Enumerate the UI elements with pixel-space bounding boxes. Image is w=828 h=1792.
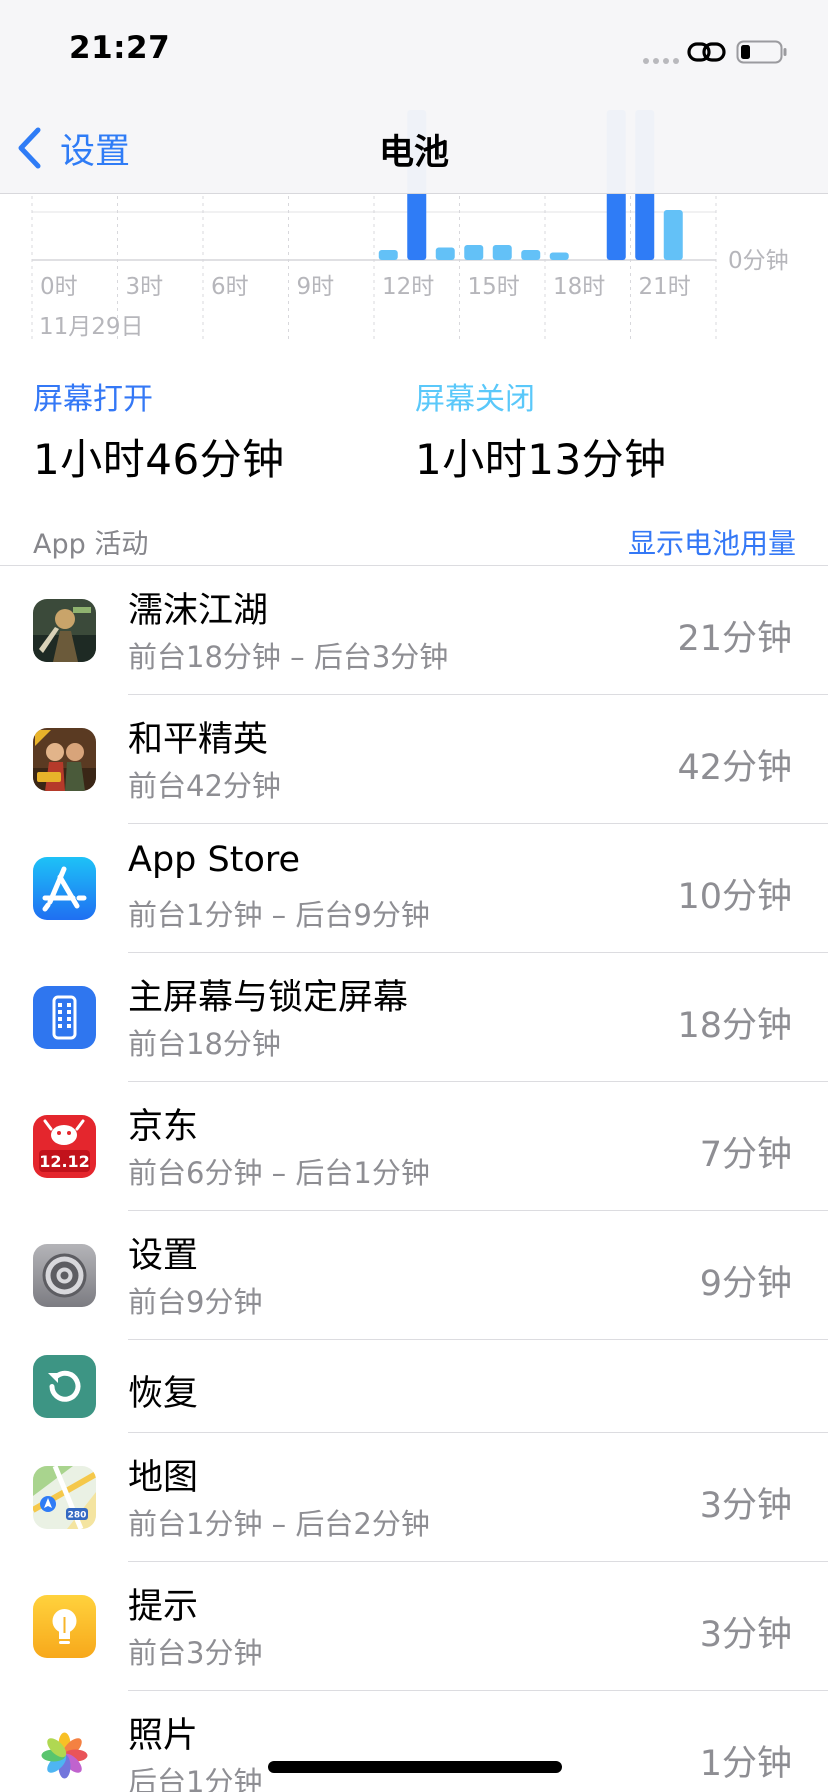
screen-off-stat: 屏幕关闭 1小时13分钟 [415, 374, 667, 487]
status-time: 21:27 [69, 30, 171, 66]
app-detail: 后台1分钟 [128, 1765, 263, 1792]
app-time: 3分钟 [699, 1615, 792, 1655]
app-detail: 前台18分钟 [128, 1027, 281, 1061]
app-name: 提示 [128, 1587, 199, 1627]
app-time: 42分钟 [677, 748, 792, 788]
navigation-bar: 21:27 设置 电池 [0, 0, 828, 194]
app-name: 照片 [128, 1716, 199, 1756]
chart-tick-label: 6时 [211, 274, 249, 300]
section-title: App 活动 [33, 529, 149, 560]
app-time: 9分钟 [699, 1264, 792, 1304]
app-detail: 前台1分钟 – 后台9分钟 [128, 898, 430, 932]
chart-bar [464, 245, 484, 260]
app-detail: 前台42分钟 [128, 769, 281, 803]
app-detail: 前台9分钟 [128, 1285, 263, 1319]
chart-tick-label: 18时 [553, 274, 605, 300]
app-time: 18分钟 [677, 1006, 792, 1046]
list-item[interactable]: 恢复 [0, 1340, 828, 1433]
home-indicator [268, 1761, 562, 1773]
list-item[interactable]: 和平精英 前台42分钟 42分钟 [0, 695, 828, 824]
app-time: 10分钟 [677, 877, 792, 917]
list-item[interactable]: 12.12 京东 前台6分钟 – 后台1分钟 7分钟 [0, 1082, 828, 1211]
chart-baseline-label: 0分钟 [728, 248, 789, 274]
app-name: 和平精英 [128, 720, 269, 760]
app-name: App Store [128, 840, 301, 880]
chart-tick-label: 21时 [639, 274, 691, 300]
screen-on-stat: 屏幕打开 1小时46分钟 [33, 374, 285, 487]
screen-on-label: 屏幕打开 [33, 382, 153, 417]
list-item[interactable]: 濡沫江湖 前台18分钟 – 后台3分钟 21分钟 [0, 566, 828, 695]
app-name: 京东 [128, 1107, 199, 1147]
show-battery-usage-button[interactable]: 显示电池用量 [628, 522, 796, 562]
list-item[interactable]: 照片 后台1分钟 1分钟 [0, 1691, 828, 1792]
app-time: 7分钟 [699, 1135, 792, 1175]
app-time: 3分钟 [699, 1486, 792, 1526]
maps-icon-label: 280 [68, 1511, 87, 1521]
app-name: 地图 [128, 1458, 199, 1498]
game-wuxia-icon [33, 599, 96, 662]
chart-tick-label: 12时 [382, 274, 434, 300]
battery-icon [736, 40, 787, 64]
app-detail: 前台1分钟 – 后台2分钟 [128, 1507, 430, 1541]
app-detail: 前台18分钟 – 后台3分钟 [128, 640, 449, 674]
settings-gear-icon [33, 1244, 96, 1307]
screen-on-value: 1小时46分钟 [33, 435, 285, 484]
app-detail: 前台6分钟 – 后台1分钟 [128, 1156, 430, 1190]
chart-tick-label: 3时 [126, 274, 164, 300]
screen-off-label: 屏幕关闭 [415, 382, 535, 417]
app-name: 恢复 [128, 1374, 199, 1414]
maps-icon: 280 [33, 1466, 96, 1529]
chart-bar [492, 245, 512, 260]
hotspot-link-icon [687, 42, 726, 62]
chart-bar [521, 250, 541, 260]
app-name: 主屏幕与锁定屏幕 [128, 978, 409, 1018]
signal-strength-icon [643, 58, 679, 64]
chart-tick-label: 15时 [468, 274, 520, 300]
list-item[interactable]: 提示 前台3分钟 3分钟 [0, 1562, 828, 1691]
tips-icon [33, 1595, 96, 1658]
app-store-icon [33, 857, 96, 920]
app-name: 设置 [128, 1236, 199, 1276]
app-detail: 前台3分钟 [128, 1636, 263, 1670]
chart-bar [663, 210, 683, 260]
app-name: 濡沫江湖 [128, 591, 269, 631]
jd-icon: 12.12 [33, 1115, 96, 1178]
app-activity-header: App 活动 显示电池用量 [0, 510, 828, 566]
chart-bar [549, 252, 569, 260]
list-item[interactable]: App Store 前台1分钟 – 后台9分钟 10分钟 [0, 824, 828, 953]
page-title: 电池 [378, 133, 449, 173]
photos-icon [33, 1724, 96, 1787]
screen-off-value: 1小时13分钟 [415, 435, 667, 484]
chart-tick-label: 9时 [297, 274, 335, 300]
app-time: 21分钟 [677, 619, 792, 659]
app-time: 1分钟 [699, 1744, 792, 1784]
list-item[interactable]: 280 地图 前台1分钟 – 后台2分钟 3分钟 [0, 1433, 828, 1562]
chart-date-label: 11月29日 [39, 314, 144, 340]
jd-icon-label: 12.12 [39, 1152, 90, 1171]
chart-bar [435, 247, 455, 260]
game-peace-elite-icon [33, 728, 96, 791]
chart-bar [378, 250, 398, 260]
list-item[interactable]: 设置 前台9分钟 9分钟 [0, 1211, 828, 1340]
app-activity-list: 濡沫江湖 前台18分钟 – 后台3分钟 21分钟 和平精英 前台42分钟 42分… [0, 566, 828, 1792]
restore-icon [33, 1355, 96, 1418]
chart-tick-label: 0时 [40, 274, 78, 300]
home-lock-screen-icon [33, 986, 96, 1049]
list-item[interactable]: 主屏幕与锁定屏幕 前台18分钟 18分钟 [0, 953, 828, 1082]
